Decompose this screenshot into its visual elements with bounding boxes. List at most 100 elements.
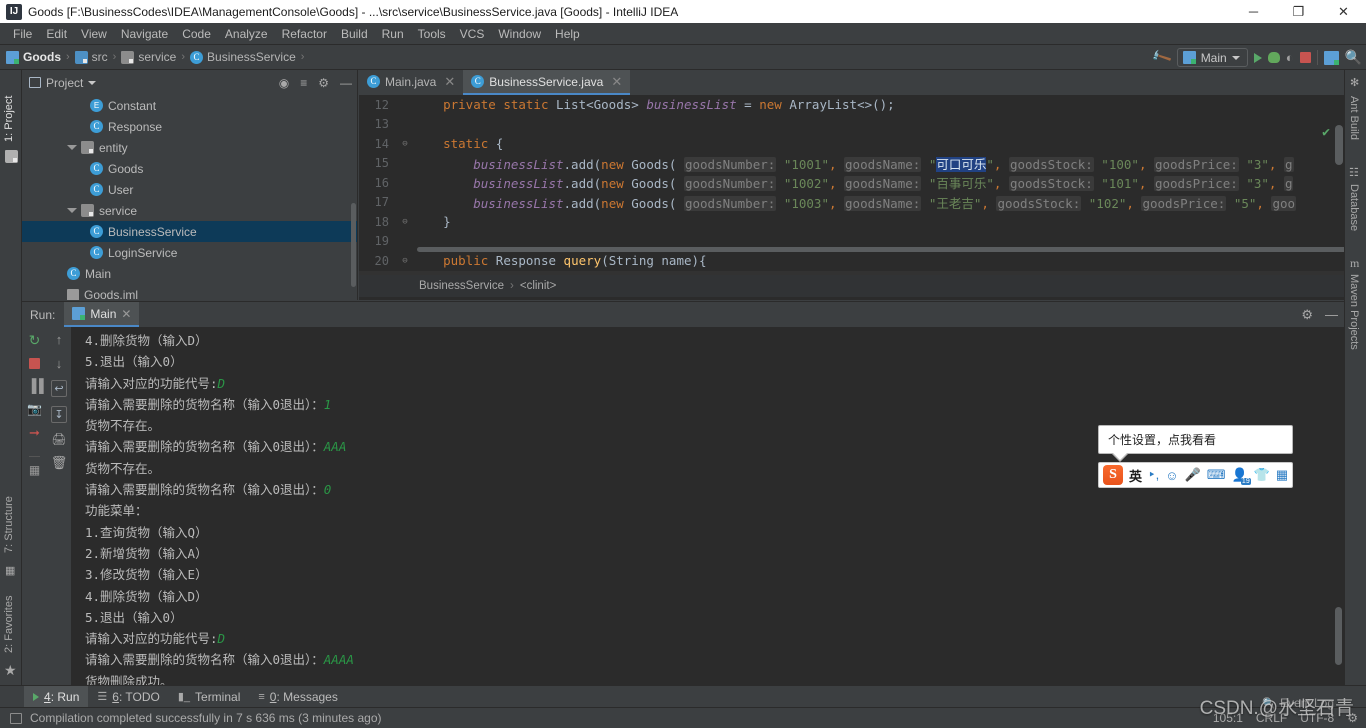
apps-icon[interactable]: ▦ <box>1276 467 1288 483</box>
console-output[interactable]: 4.删除货物（输入D） 5.退出（输入0） 请输入对应的功能代号:D 请输入需要… <box>72 327 1344 685</box>
menu-view[interactable]: View <box>74 25 114 43</box>
tree-item-user[interactable]: C User <box>22 179 357 200</box>
close-icon[interactable]: ✕ <box>444 74 455 90</box>
tree-item-entity[interactable]: entity <box>22 137 357 158</box>
menu-analyze[interactable]: Analyze <box>218 25 275 43</box>
breadcrumb-member[interactable]: <clinit> <box>520 280 556 292</box>
menu-navigate[interactable]: Navigate <box>114 25 175 43</box>
menu-build[interactable]: Build <box>334 25 375 43</box>
debug-button[interactable] <box>1267 52 1280 63</box>
bottom-tab-todo[interactable]: ☰ 6: TODO <box>88 688 168 706</box>
sidebar-item-database[interactable]: Database <box>1348 180 1360 248</box>
print-icon[interactable]: 🖨 <box>51 432 66 446</box>
bottom-tab-messages[interactable]: ≡ 0: Messages <box>249 688 346 706</box>
file-encoding[interactable]: UTF-8 <box>1300 711 1334 725</box>
fold-gutter[interactable]: ⊖ <box>397 256 413 266</box>
status-message[interactable]: Compilation completed successfully in 7 … <box>30 711 382 725</box>
menu-edit[interactable]: Edit <box>39 25 74 43</box>
sidebar-item-favorites[interactable]: 2: Favorites <box>3 569 15 657</box>
caret-position[interactable]: 105:1 <box>1213 711 1243 725</box>
run-configuration-selector[interactable]: Main <box>1176 48 1248 67</box>
layout-icon[interactable]: ▦ <box>28 456 41 477</box>
menu-window[interactable]: Window <box>491 25 548 43</box>
tab-main-java[interactable]: C Main.java ✕ <box>359 70 463 95</box>
menu-help[interactable]: Help <box>548 25 587 43</box>
gear-icon[interactable]: ⚙ <box>1301 307 1313 323</box>
collapse-all-icon[interactable]: ≡ <box>300 76 307 90</box>
tree-item-constant[interactable]: E Constant <box>22 95 357 116</box>
sidebar-item-project[interactable]: 1: Project <box>3 74 15 146</box>
skin-icon[interactable]: 👕 <box>1254 467 1270 483</box>
ime-mode-label[interactable]: 英 <box>1129 466 1142 485</box>
menu-file[interactable]: File <box>6 25 39 43</box>
sidebar-item-structure[interactable]: 7: Structure <box>3 471 15 557</box>
breadcrumb-item-goods[interactable]: Goods <box>6 50 61 64</box>
tree-item-service[interactable]: service <box>22 200 357 221</box>
search-everywhere-icon[interactable]: 🔍 <box>1345 49 1362 66</box>
keyboard-icon[interactable]: ⌨ <box>1207 467 1226 483</box>
export-icon[interactable]: ➞ <box>29 425 40 441</box>
line-separator[interactable]: CRLF <box>1256 711 1287 725</box>
tree-item-response[interactable]: C Response <box>22 116 357 137</box>
chevron-down-icon[interactable] <box>88 80 97 85</box>
run-button[interactable] <box>1253 52 1262 63</box>
tree-item-main[interactable]: C Main <box>22 263 357 284</box>
bottom-tab-terminal[interactable]: ▮_ Terminal <box>169 688 250 706</box>
bottom-tab-run[interactable]: 4: Run <box>24 685 89 708</box>
breadcrumb-class[interactable]: BusinessService <box>419 280 504 292</box>
menu-refactor[interactable]: Refactor <box>275 25 334 43</box>
build-hammer-icon[interactable]: 🔨 <box>1150 46 1174 69</box>
hide-icon[interactable]: — <box>340 76 352 90</box>
close-button[interactable]: ✕ <box>1321 0 1366 23</box>
fold-gutter[interactable]: ⊖ <box>397 217 413 227</box>
editor-vertical-scrollbar[interactable] <box>1335 125 1343 165</box>
fold-gutter[interactable]: ⊖ <box>397 139 413 149</box>
project-structure-button[interactable] <box>1323 50 1339 65</box>
tab-businessservice-java[interactable]: C BusinessService.java ✕ <box>463 70 631 95</box>
menu-code[interactable]: Code <box>175 25 218 43</box>
scroll-to-end-icon[interactable]: ↧ <box>51 406 67 423</box>
stop-icon[interactable] <box>29 358 40 369</box>
event-log-icon[interactable]: ⚙ <box>1347 711 1358 725</box>
close-icon[interactable]: ✕ <box>121 307 131 321</box>
rerun-icon[interactable]: ↻ <box>29 332 41 349</box>
stop-button[interactable] <box>1299 52 1311 63</box>
breadcrumb-item-service[interactable]: service <box>121 50 176 64</box>
run-tab-main[interactable]: Main ✕ <box>64 302 140 327</box>
chevron-down-icon[interactable] <box>67 145 77 150</box>
close-icon[interactable]: ✕ <box>611 74 622 90</box>
tree-item-goods[interactable]: C Goods <box>22 158 357 179</box>
microphone-icon[interactable]: 🎤 <box>1185 467 1201 483</box>
locate-icon[interactable]: ◉ <box>279 76 289 90</box>
chevron-down-icon[interactable] <box>67 208 77 213</box>
event-log-button[interactable]: 🔍 Event Log <box>1262 696 1334 710</box>
sidebar-item-maven-projects[interactable]: Maven Projects <box>1348 270 1360 366</box>
tree-item-goods-iml[interactable]: Goods.iml <box>22 284 357 300</box>
sidebar-item-ant-build[interactable]: Ant Build <box>1348 92 1360 162</box>
comma-icon[interactable]: ‣, <box>1148 467 1159 483</box>
soft-wrap-icon[interactable]: ↩ <box>51 380 67 397</box>
menu-run[interactable]: Run <box>375 25 411 43</box>
menu-vcs[interactable]: VCS <box>453 25 492 43</box>
gear-icon[interactable]: ⚙ <box>318 76 329 90</box>
up-arrow-icon[interactable]: ↑ <box>56 332 63 347</box>
project-scrollbar[interactable] <box>351 203 356 287</box>
down-arrow-icon[interactable]: ↓ <box>56 356 63 371</box>
emoji-icon[interactable]: ☺ <box>1165 468 1178 483</box>
trash-icon[interactable]: 🗑 <box>51 455 68 471</box>
user-icon[interactable]: 👤 19 <box>1232 467 1251 485</box>
code-editor[interactable]: 12 private static List<Goods> businessLi… <box>359 95 1344 275</box>
breadcrumb-item-src[interactable]: src <box>74 50 108 64</box>
run-coverage-button[interactable]: ◐ <box>1286 50 1294 65</box>
screenshot-icon[interactable]: 📷 <box>27 402 42 416</box>
hide-icon[interactable]: — <box>1325 307 1338 322</box>
maximize-button[interactable]: ❐ <box>1276 0 1321 23</box>
editor-horizontal-scrollbar[interactable] <box>417 247 1344 252</box>
ime-tooltip[interactable]: 个性设置，点我看看 <box>1098 425 1294 462</box>
sogou-logo-icon[interactable]: S <box>1103 465 1123 485</box>
tree-item-loginservice[interactable]: C LoginService <box>22 242 357 263</box>
tree-item-businessservice[interactable]: C BusinessService <box>22 221 357 242</box>
inspection-status-icon[interactable]: ✔ <box>1322 125 1330 140</box>
pause-icon[interactable]: ▐▐ <box>27 378 43 393</box>
menu-tools[interactable]: Tools <box>411 25 453 43</box>
